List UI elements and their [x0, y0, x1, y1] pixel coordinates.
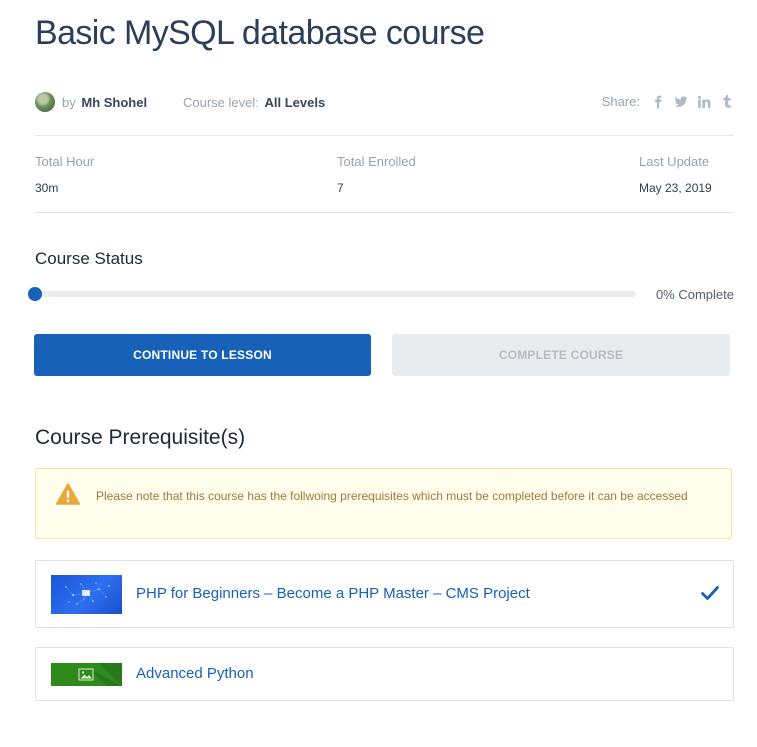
twitter-icon[interactable] [674, 95, 688, 109]
facebook-icon[interactable] [651, 95, 665, 109]
stat-total-hour: Total Hour 30m [35, 154, 94, 195]
stat-value: 7 [337, 181, 344, 195]
stat-value: 30m [35, 181, 59, 195]
prerequisite-title-link[interactable]: Advanced Python [136, 665, 254, 682]
course-level: Course level: All Levels [183, 95, 325, 110]
stat-last-update: Last Update May 23, 2019 [639, 154, 712, 195]
warning-icon [56, 483, 80, 505]
prerequisites-heading: Course Prerequisite(s) [35, 426, 246, 449]
course-level-label: Course level: [183, 95, 259, 110]
divider-bottom [35, 212, 734, 213]
progress-indicator [28, 287, 42, 301]
stat-total-enrolled: Total Enrolled 7 [337, 154, 416, 195]
author-avatar[interactable] [35, 92, 55, 112]
linkedin-icon[interactable] [697, 95, 711, 109]
progress-bar [35, 291, 636, 297]
progress-label: 0% Complete [655, 287, 734, 302]
check-icon [701, 586, 719, 600]
by-prefix: by [62, 95, 76, 110]
prerequisite-item[interactable]: PHP for Beginners – Become a PHP Master … [35, 560, 734, 628]
course-stats: Total Hour 30m Total Enrolled 7 Last Upd… [35, 154, 734, 195]
tumblr-icon[interactable] [720, 94, 734, 109]
prerequisite-item[interactable]: Advanced Python [35, 647, 734, 701]
share-label: Share: [601, 94, 640, 109]
course-level-value: All Levels [264, 95, 326, 110]
author-name[interactable]: Mh Shohel [81, 95, 147, 110]
stat-label: Total Enrolled [337, 154, 416, 169]
course-thumbnail[interactable] [51, 575, 122, 614]
course-meta: by Mh Shohel Course level: All Levels Sh… [35, 90, 734, 116]
prerequisite-title-link[interactable]: PHP for Beginners – Become a PHP Master … [136, 585, 530, 602]
stat-label: Last Update [639, 154, 710, 169]
share-bar: Share: [602, 94, 734, 109]
stat-value: May 23, 2019 [639, 181, 712, 195]
stat-label: Total Hour [35, 154, 95, 169]
complete-course-button: COMPLETE COURSE [392, 334, 730, 376]
course-title: Basic MySQL database course [35, 14, 485, 52]
course-status-heading: Course Status [35, 249, 143, 268]
course-thumbnail[interactable] [51, 663, 122, 686]
divider-top [35, 135, 734, 136]
continue-to-lesson-button[interactable]: CONTINUE TO LESSON [34, 334, 371, 376]
prerequisite-notice: Please note that this course has the fol… [35, 468, 732, 539]
notice-text: Please note that this course has the fol… [96, 489, 688, 503]
author-byline: by Mh Shohel [62, 95, 147, 110]
